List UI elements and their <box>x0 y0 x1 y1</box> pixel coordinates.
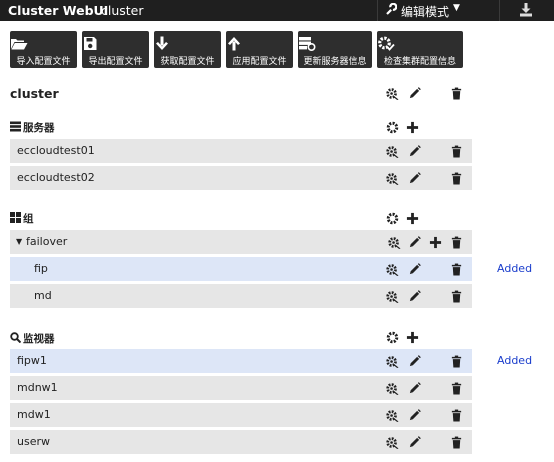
properties-icon[interactable] <box>386 87 399 100</box>
add-group-icon[interactable] <box>406 212 419 225</box>
groups-settings-icon[interactable] <box>386 212 399 225</box>
add-monitor-icon[interactable] <box>406 331 419 344</box>
groups-section-label: 组 <box>23 213 34 225</box>
monitor-name: mdw1 <box>17 408 51 421</box>
update-server-info-button[interactable]: 更新服务器信息 <box>298 31 372 68</box>
export-config-button[interactable]: 导出配置文件 <box>82 31 149 68</box>
resource-row[interactable]: fip <box>10 257 472 281</box>
properties-icon[interactable] <box>386 263 399 276</box>
gear-check-icon <box>378 36 395 51</box>
servers-section-label: 服务器 <box>23 122 55 134</box>
delete-icon[interactable] <box>450 236 463 249</box>
delete-icon[interactable] <box>450 409 463 422</box>
monitor-row[interactable]: fipw1 <box>10 349 472 373</box>
download-icon[interactable] <box>519 2 533 18</box>
resource-row[interactable]: md <box>10 284 472 308</box>
properties-icon[interactable] <box>386 436 399 449</box>
export-config-label: 导出配置文件 <box>88 57 143 67</box>
delete-icon[interactable] <box>450 145 463 158</box>
server-name: eccloudtest01 <box>17 144 95 157</box>
properties-icon[interactable] <box>386 409 399 422</box>
properties-icon[interactable] <box>386 355 399 368</box>
wrench-icon <box>386 3 397 15</box>
save-icon <box>84 37 97 50</box>
server-row[interactable]: eccloudtest02 <box>10 166 472 190</box>
properties-icon[interactable] <box>386 145 399 158</box>
delete-icon[interactable] <box>450 172 463 185</box>
add-resource-icon[interactable] <box>429 236 442 249</box>
get-config-button[interactable]: 获取配置文件 <box>154 31 221 68</box>
server-list-icon <box>10 121 21 132</box>
delete-icon[interactable] <box>450 290 463 303</box>
add-server-icon[interactable] <box>406 121 419 134</box>
delete-icon[interactable] <box>450 436 463 449</box>
monitor-row[interactable]: userw <box>10 430 472 454</box>
edit-icon[interactable] <box>408 355 421 368</box>
top-bar: Cluster WebUI cluster 编辑模式 ▼ <box>0 0 554 21</box>
group-row[interactable]: ▼ failover <box>10 230 472 254</box>
edit-icon[interactable] <box>408 236 421 249</box>
edit-icon[interactable] <box>408 436 421 449</box>
server-name: eccloudtest02 <box>17 171 95 184</box>
import-config-button[interactable]: 导入配置文件 <box>10 31 77 68</box>
edit-icon[interactable] <box>408 382 421 395</box>
caret-down-icon: ▼ <box>453 3 460 13</box>
monitors-section-label: 监视器 <box>23 333 55 345</box>
edit-icon[interactable] <box>408 290 421 303</box>
folder-open-icon <box>11 39 28 50</box>
resource-name: fip <box>34 262 48 275</box>
caret-down-icon[interactable]: ▼ <box>16 237 22 246</box>
edit-icon[interactable] <box>408 145 421 158</box>
monitors-settings-icon[interactable] <box>386 331 399 344</box>
mode-label: 编辑模式 <box>401 5 450 19</box>
edit-icon[interactable] <box>408 263 421 276</box>
monitor-row[interactable]: mdnw1 <box>10 376 472 400</box>
properties-icon[interactable] <box>386 172 399 185</box>
monitors-section-title: 监视器 <box>10 331 55 346</box>
mode-dropdown[interactable]: 编辑模式 ▼ <box>377 0 500 21</box>
update-server-info-label: 更新服务器信息 <box>303 57 367 67</box>
edit-icon[interactable] <box>408 87 421 100</box>
get-config-label: 获取配置文件 <box>160 57 215 67</box>
monitor-name: userw <box>17 435 50 448</box>
search-icon <box>10 332 21 343</box>
servers-settings-icon[interactable] <box>386 121 399 134</box>
import-config-label: 导入配置文件 <box>16 57 71 67</box>
group-name: failover <box>26 235 68 248</box>
monitor-name: mdnw1 <box>17 381 58 394</box>
properties-icon[interactable] <box>386 290 399 303</box>
added-status: Added <box>497 262 533 275</box>
check-cluster-config-label: 检查集群配置信息 <box>383 57 456 67</box>
app-title: Cluster WebUI <box>8 3 109 18</box>
server-row[interactable]: eccloudtest01 <box>10 139 472 163</box>
check-cluster-config-button[interactable]: 检查集群配置信息 <box>377 31 463 68</box>
delete-icon[interactable] <box>450 87 463 100</box>
grid-icon <box>10 212 21 223</box>
delete-icon[interactable] <box>450 382 463 395</box>
servers-section-title: 服务器 <box>10 120 55 135</box>
monitor-row[interactable]: mdw1 <box>10 403 472 427</box>
server-refresh-icon <box>299 37 316 51</box>
delete-icon[interactable] <box>450 355 463 368</box>
apply-config-label: 应用配置文件 <box>232 57 287 67</box>
cluster-title: cluster <box>10 86 59 101</box>
edit-icon[interactable] <box>408 409 421 422</box>
resource-name: md <box>34 289 52 302</box>
apply-config-button[interactable]: 应用配置文件 <box>226 31 293 68</box>
properties-icon[interactable] <box>386 382 399 395</box>
arrow-up-icon <box>228 37 240 51</box>
delete-icon[interactable] <box>450 263 463 276</box>
properties-icon[interactable] <box>388 236 401 249</box>
groups-section-title: 组 <box>10 211 34 226</box>
added-status: Added <box>497 354 533 367</box>
cluster-name: cluster <box>101 3 144 18</box>
arrow-down-icon <box>156 36 168 50</box>
monitor-name: fipw1 <box>17 354 47 367</box>
edit-icon[interactable] <box>408 172 421 185</box>
